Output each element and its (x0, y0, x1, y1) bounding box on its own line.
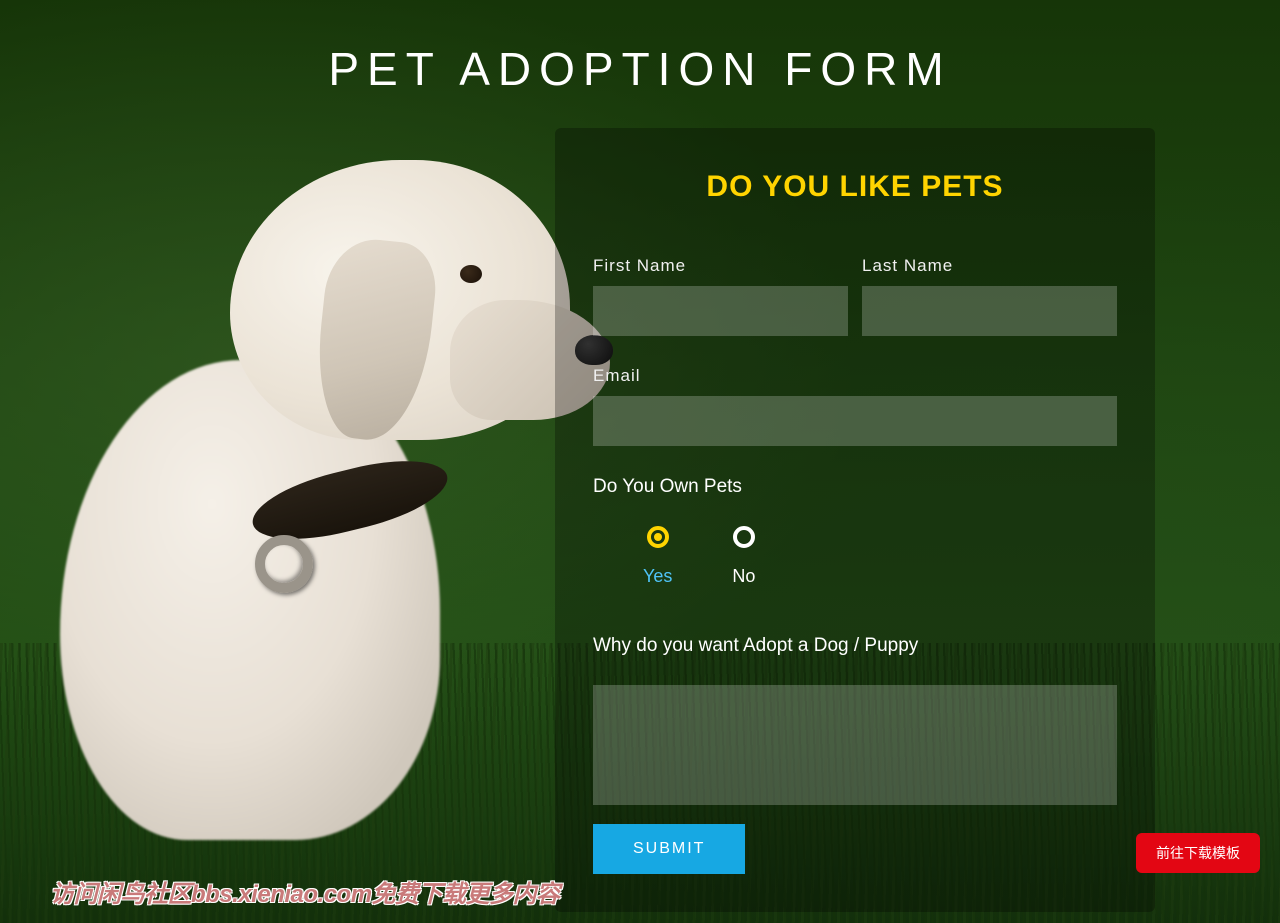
first-name-field: First Name (593, 256, 848, 336)
radio-circle-icon (733, 526, 755, 548)
adoption-form-card: DO YOU LIKE PETS First Name Last Name Em… (555, 128, 1155, 912)
radio-label-yes: Yes (643, 566, 672, 587)
email-label: Email (593, 366, 1117, 386)
radio-option-no[interactable]: No (732, 526, 755, 587)
email-input[interactable] (593, 396, 1117, 446)
radio-circle-icon (647, 526, 669, 548)
first-name-input[interactable] (593, 286, 848, 336)
watermark-text: 访问闲鸟社区bbs.xieniao.com免费下载更多内容 (50, 874, 560, 909)
own-pets-radio-group: Yes No (593, 526, 1117, 587)
email-field: Email (593, 366, 1117, 446)
radio-option-yes[interactable]: Yes (643, 526, 672, 587)
last-name-field: Last Name (862, 256, 1117, 336)
why-adopt-question: Why do you want Adopt a Dog / Puppy (593, 635, 1117, 657)
page-title: PET ADOPTION FORM (0, 0, 1280, 96)
own-pets-question: Do You Own Pets (593, 476, 1117, 498)
form-heading: DO YOU LIKE PETS (593, 170, 1117, 204)
last-name-input[interactable] (862, 286, 1117, 336)
submit-button[interactable]: SUBMIT (593, 824, 745, 874)
download-template-button[interactable]: 前往下载模板 (1136, 833, 1260, 873)
why-adopt-textarea[interactable] (593, 685, 1117, 805)
radio-label-no: No (732, 566, 755, 587)
last-name-label: Last Name (862, 256, 1117, 276)
first-name-label: First Name (593, 256, 848, 276)
